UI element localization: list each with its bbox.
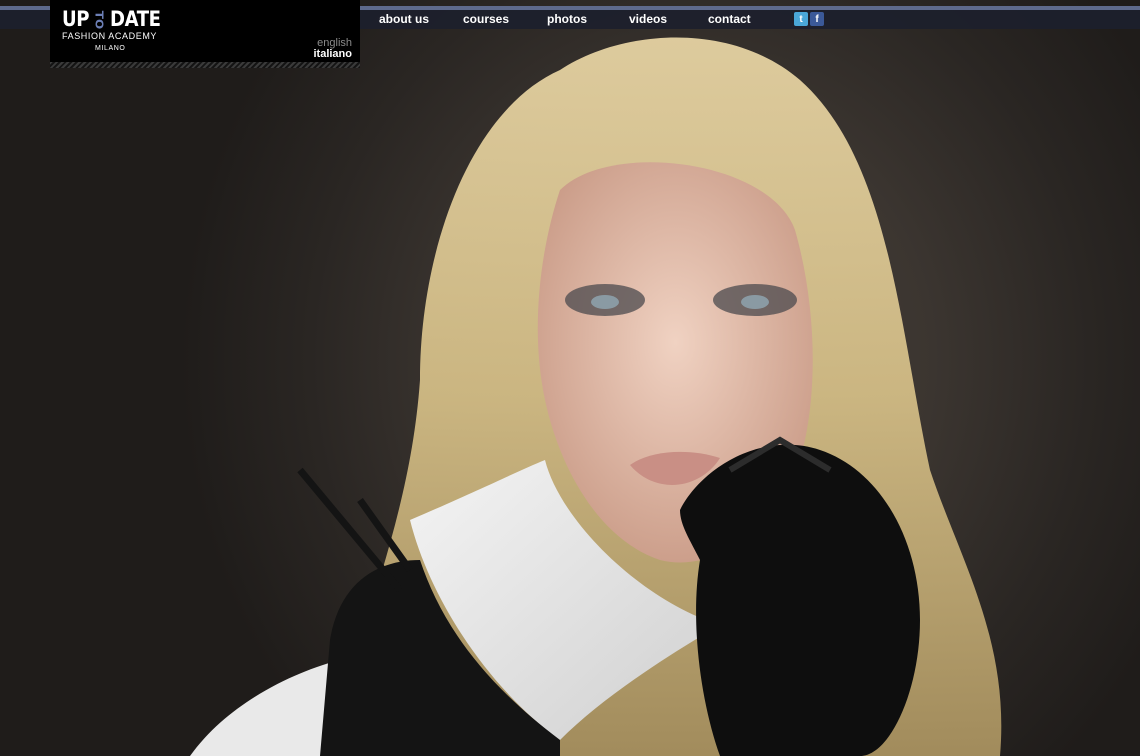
social-links: t f [794, 12, 824, 26]
logo-subtitle: FASHION ACADEMY [62, 31, 158, 41]
nav-photos[interactable]: photos [547, 12, 587, 26]
nav-courses[interactable]: courses [463, 12, 509, 26]
logo-word-up: UP [62, 7, 90, 31]
logo-stripe-divider [50, 62, 360, 68]
nav-contact[interactable]: contact [708, 12, 751, 26]
hero-illustration [190, 37, 1002, 756]
nav-about-us[interactable]: about us [379, 12, 429, 26]
facebook-icon[interactable]: f [810, 12, 824, 26]
language-italiano-link[interactable]: italiano [313, 48, 352, 60]
hero-photo [0, 0, 1140, 756]
twitter-icon[interactable]: t [794, 12, 808, 26]
logo-panel: UP TO DATE FASHION ACADEMY MILANO englis… [50, 0, 360, 68]
logo-word-date: DATE [110, 7, 161, 31]
logo-city: MILANO [95, 45, 126, 52]
nav-videos[interactable]: videos [629, 12, 667, 26]
logo-word-to: TO [93, 10, 106, 29]
logo[interactable]: UP TO DATE [62, 9, 161, 30]
